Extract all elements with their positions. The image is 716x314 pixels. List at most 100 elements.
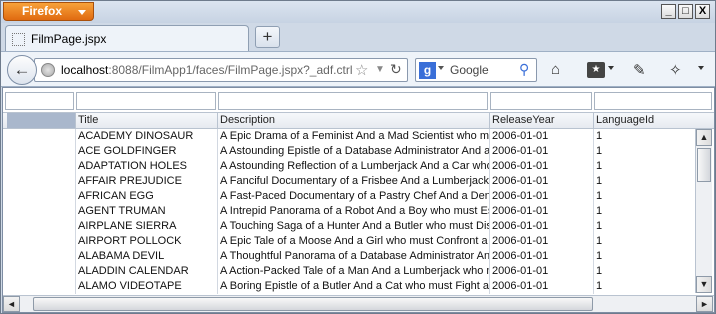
minimize-button[interactable]: _ [661,4,676,19]
bookmark-star-icon[interactable]: ☆ [355,61,368,79]
reload-icon[interactable]: ↻ [390,61,402,78]
google-search-engine-icon[interactable]: g [419,62,436,79]
scroll-right-button[interactable]: ► [696,296,713,312]
cell-releaseyear: 2006-01-01 [489,279,593,294]
cell-languageid: 1 [593,279,695,294]
url-bar[interactable]: localhost:8088/FilmApp1/faces/FilmPage.j… [34,58,408,82]
table-row[interactable]: ALAMO VIDEOTAPE A Boring Epistle of a But… [3,279,714,294]
filter-input-description[interactable] [218,92,488,110]
table-row[interactable]: ACADEMY DINOSAUR A Epic Drama of a Femini… [3,129,714,144]
cell-title: ALADDIN CALENDAR [75,264,217,279]
cell-releaseyear: 2006-01-01 [489,204,593,219]
browser-window: Firefox _ □ X FilmPage.jspx + localhost:… [0,0,716,314]
new-tab-button[interactable]: + [255,26,280,48]
navigation-bar: localhost:8088/FilmApp1/faces/FilmPage.j… [1,51,715,87]
close-button[interactable]: X [695,4,710,19]
table-header: Title Description ReleaseYear LanguageId [3,112,714,129]
scroll-left-button[interactable]: ◄ [3,296,20,312]
cell-languageid: 1 [593,159,695,174]
url-path: :8088/FilmApp1/faces/FilmPage.jspx?_adf.… [108,63,353,77]
cell-title: AFRICAN EGG [75,189,217,204]
tab-title: FilmPage.jspx [31,32,107,46]
horizontal-scrollbar[interactable]: ◄ ► [3,295,714,312]
table-row[interactable]: ADAPTATION HOLES A Astounding Reflection … [3,159,714,174]
search-engine-dropdown-icon[interactable] [438,66,444,70]
history-dropdown-icon[interactable]: ▼ [375,64,385,75]
back-button[interactable]: ← [7,55,37,85]
cell-releaseyear: 2006-01-01 [489,129,593,144]
table-row[interactable]: ALABAMA DEVIL A Thoughtful Panorama of a … [3,249,714,264]
cell-description: A Fast-Paced Documentary of a Pastry Che… [217,189,489,204]
page-favicon-icon [12,33,25,46]
cell-description: A Thoughtful Panorama of a Database Admi… [217,249,489,264]
globe-icon [41,63,55,77]
cell-languageid: 1 [593,174,695,189]
vertical-scrollbar[interactable]: ▲ ▼ [695,129,712,293]
cell-description: A Epic Tale of a Moose And a Girl who mu… [217,234,489,249]
cell-languageid: 1 [593,189,695,204]
table-row[interactable]: AFFAIR PREJUDICE A Fanciful Documentary o… [3,174,714,189]
table-row[interactable]: AGENT TRUMAN A Intrepid Panorama of a Rob… [3,204,714,219]
cell-description: A Intrepid Panorama of a Robot And a Boy… [217,204,489,219]
cell-releaseyear: 2006-01-01 [489,234,593,249]
table-row[interactable]: AIRPORT POLLOCK A Epic Tale of a Moose An… [3,234,714,249]
cell-releaseyear: 2006-01-01 [489,264,593,279]
cell-title: ALABAMA DEVIL [75,249,217,264]
scroll-up-button[interactable]: ▲ [696,129,712,146]
horizontal-scroll-thumb[interactable] [33,297,593,311]
cell-title: AIRPORT POLLOCK [75,234,217,249]
column-header-title[interactable]: Title [75,113,217,128]
cell-languageid: 1 [593,129,695,144]
search-magnifier-icon[interactable]: ⚲ [519,61,529,78]
cell-releaseyear: 2006-01-01 [489,189,593,204]
table-row[interactable]: ACE GOLDFINGER A Astounding Epistle of a … [3,144,714,159]
search-bar[interactable]: g Google ⚲ [415,58,537,82]
cell-title: ACADEMY DINOSAUR [75,129,217,144]
bookmarks-dropdown-icon[interactable] [608,66,614,70]
addon-icon[interactable]: ✧ [669,61,682,79]
filter-input-releaseyear[interactable] [490,92,592,110]
filter-input-title[interactable] [76,92,216,110]
maximize-button[interactable]: □ [678,4,693,19]
select-all-corner[interactable] [7,113,76,128]
cell-title: ALAMO VIDEOTAPE [75,279,217,294]
cell-description: A Astounding Epistle of a Database Admin… [217,144,489,159]
addon-dropdown-icon[interactable] [698,66,704,70]
column-header-description[interactable]: Description [217,113,489,128]
scroll-down-button[interactable]: ▼ [696,276,712,293]
cell-languageid: 1 [593,234,695,249]
home-icon[interactable]: ⌂ [551,61,560,78]
table-row[interactable]: ALADDIN CALENDAR A Action-Packed Tale of … [3,264,714,279]
cell-languageid: 1 [593,144,695,159]
cell-description: A Action-Packed Tale of a Man And a Lumb… [217,264,489,279]
filter-input-rowheader[interactable] [5,92,74,110]
filter-input-languageid[interactable] [594,92,712,110]
cell-description: A Boring Epistle of a Butler And a Cat w… [217,279,489,294]
cell-description: A Epic Drama of a Feminist And a Mad Sci… [217,129,489,144]
url-text[interactable]: localhost:8088/FilmApp1/faces/FilmPage.j… [61,63,353,77]
tab-filmpage[interactable]: FilmPage.jspx [5,25,249,52]
table-row[interactable]: AIRPLANE SIERRA A Touching Saga of a Hunt… [3,219,714,234]
title-bar: Firefox _ □ X [1,1,715,23]
cell-languageid: 1 [593,249,695,264]
cell-releaseyear: 2006-01-01 [489,219,593,234]
wrench-icon[interactable]: ✎ [633,61,646,79]
firefox-menu-label: Firefox [22,4,63,18]
cell-title: AFFAIR PREJUDICE [75,174,217,189]
cell-releaseyear: 2006-01-01 [489,144,593,159]
cell-releaseyear: 2006-01-01 [489,159,593,174]
search-input[interactable]: Google [450,63,489,77]
cell-releaseyear: 2006-01-01 [489,249,593,264]
firefox-menu-button[interactable]: Firefox [3,2,94,21]
column-header-languageid[interactable]: LanguageId [593,113,712,128]
bookmarks-star-icon[interactable]: ★ [587,62,605,78]
tab-strip: FilmPage.jspx + [1,23,715,52]
cell-description: A Touching Saga of a Hunter And a Butler… [217,219,489,234]
cell-languageid: 1 [593,204,695,219]
table-row[interactable]: AFRICAN EGG A Fast-Paced Documentary of a… [3,189,714,204]
vertical-scroll-thumb[interactable] [697,148,711,182]
cell-title: ADAPTATION HOLES [75,159,217,174]
cell-title: AIRPLANE SIERRA [75,219,217,234]
column-header-releaseyear[interactable]: ReleaseYear [489,113,593,128]
cell-releaseyear: 2006-01-01 [489,174,593,189]
